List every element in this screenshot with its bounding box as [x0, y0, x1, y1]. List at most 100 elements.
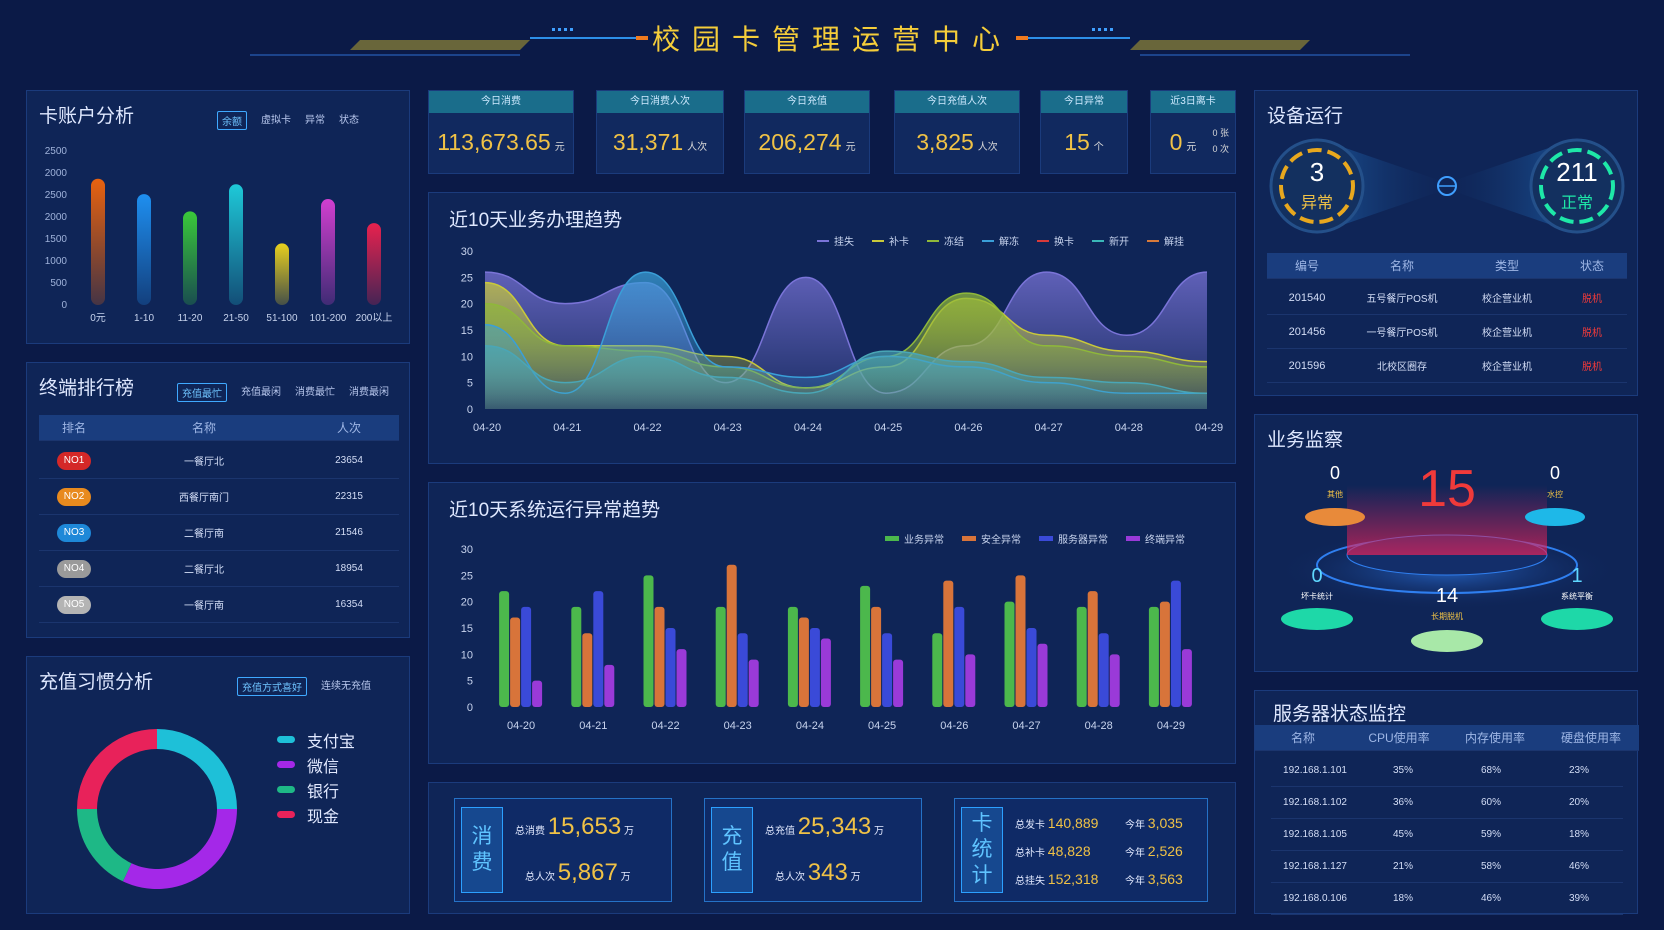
card-bar [321, 199, 335, 305]
consume-summary: 消费 总消费 15,653 万 总人次 5,867 万 [454, 798, 672, 902]
monitor-other-label: 其他 [1327, 490, 1343, 499]
x-tick-label: 101-200 [310, 313, 347, 324]
y-tick-label: 20 [461, 597, 473, 609]
tab-recharge-busy[interactable]: 充值最忙 [177, 383, 227, 402]
pie-slice [157, 729, 237, 809]
card-lost-year-label: 今年 [1125, 876, 1145, 887]
trend-panel: 近10天业务办理趋势 挂失 补卡 冻结 解冻 换卡 新开 解挂 30 25 20 15 10 5 0 04… [428, 192, 1236, 464]
tab-recharge-method[interactable]: 充值方式喜好 [237, 677, 307, 696]
y-tick-label: 0 [61, 300, 67, 311]
device-name: 一号餐厅POS机 [1366, 328, 1438, 339]
recharge-habit-title: 充值习惯分析 [39, 672, 154, 693]
kpi-unit: 元 [554, 142, 565, 153]
legend-swatch [872, 239, 884, 242]
rank-name: 二餐厅南 [184, 529, 224, 540]
legend-item: 现金 [277, 802, 355, 827]
anomaly-bar [1026, 628, 1037, 707]
col-status: 状态 [1579, 259, 1604, 273]
server-cpu: 45% [1392, 829, 1413, 840]
server-memory: 68% [1480, 765, 1501, 776]
abnormal-count: 3 [1309, 157, 1325, 187]
rank-row[interactable]: NO5 一餐厅南 16354 [39, 587, 399, 623]
consume-people-value: 5,867 [557, 859, 618, 886]
tab-consume-idle[interactable]: 消费最闲 [349, 383, 389, 402]
legend-swatch [817, 239, 829, 242]
tab-balance[interactable]: 余额 [217, 111, 247, 130]
col-memory: 内存使用率 [1464, 731, 1525, 745]
server-disk: 39% [1568, 893, 1589, 904]
legend-swatch [1147, 239, 1159, 242]
anomaly-bar [965, 654, 976, 707]
anomaly-bar [1170, 580, 1181, 707]
legend-item: 银行 [277, 777, 355, 802]
monitor-water-label: 水控 [1547, 490, 1563, 499]
device-status: 脱机 [1582, 294, 1602, 305]
kpi-card: 近3日离卡 0元 0 张0 次 [1150, 90, 1236, 174]
terminal-rank-panel: 终端排行榜 充值最忙 充值最闲 消费最忙 消费最闲 排名 名称 人次 NO1 一… [26, 362, 410, 638]
server-cpu: 18% [1392, 893, 1413, 904]
tab-anomaly[interactable]: 异常 [305, 111, 325, 130]
y-tick-label: 500 [50, 278, 67, 289]
server-row[interactable]: 192.168.1.101 35% 68% 23% [1271, 755, 1623, 787]
server-row[interactable]: 192.168.1.127 21% 58% 46% [1271, 851, 1623, 883]
kpi-unit: 个 [1093, 142, 1104, 153]
legend-swatch [277, 761, 295, 768]
legend-label: 微信 [307, 758, 340, 776]
anomaly-bar [510, 617, 521, 707]
tab-status[interactable]: 状态 [339, 111, 359, 130]
rank-row[interactable]: NO3 二餐厅南 21546 [39, 515, 399, 551]
x-tick-label: 1-10 [134, 313, 154, 324]
x-tick-label: 0元 [90, 313, 106, 324]
x-tick-label: 04-25 [868, 720, 896, 732]
server-row[interactable]: 192.168.0.106 18% 46% 39% [1271, 883, 1623, 915]
anomaly-bar [798, 617, 809, 707]
server-row[interactable]: 192.168.1.105 45% 59% 18% [1271, 819, 1623, 851]
device-type: 校企营业机 [1482, 362, 1532, 373]
kpi-value-row: 31,371 人次 [597, 129, 723, 156]
rank-row[interactable]: NO2 西餐厅南门 22315 [39, 479, 399, 515]
device-row[interactable]: 201540 五号餐厅POS机 校企营业机 脱机 [1267, 281, 1627, 315]
anomaly-bar [726, 564, 737, 707]
server-cpu: 36% [1392, 797, 1413, 808]
rank-row[interactable]: NO4 二餐厅北 18954 [39, 551, 399, 587]
anomaly-bar [499, 591, 510, 707]
rank-badge: NO5 [57, 595, 91, 614]
rank-badge: NO4 [57, 559, 91, 578]
anomaly-bar [860, 585, 871, 707]
terminal-rank-title: 终端排行榜 [39, 378, 135, 399]
card-reissue-label: 总补卡 [1015, 848, 1045, 859]
tab-recharge-idle[interactable]: 充值最闲 [241, 383, 281, 402]
card-issued-year-label: 今年 [1125, 820, 1145, 831]
recharge-people-value: 343 [807, 859, 848, 886]
y-tick-label: 5 [467, 676, 473, 688]
card-bar [229, 184, 243, 305]
recharge-tag: 充值 [711, 807, 753, 893]
pie-slice [122, 809, 237, 889]
server-ip: 192.168.1.101 [1283, 765, 1347, 776]
anomaly-bar [1037, 643, 1048, 707]
device-row[interactable]: 201456 一号餐厅POS机 校企营业机 脱机 [1267, 315, 1627, 349]
y-tick-label: 1500 [45, 234, 68, 245]
pie-slice [77, 809, 132, 882]
device-panel: 设备运行 3 异常 211 正常 编号 名称 类型 状态 201540 五号餐厅… [1254, 90, 1638, 396]
tab-virtual-card[interactable]: 虚拟卡 [261, 111, 291, 130]
y-tick-label: 10 [461, 351, 473, 363]
x-tick-label: 04-24 [794, 422, 822, 434]
device-row[interactable]: 201596 北校区圈存 校企营业机 脱机 [1267, 349, 1627, 383]
x-tick-label: 04-22 [633, 422, 661, 434]
tab-no-recharge[interactable]: 连续无充值 [321, 677, 371, 696]
server-disk: 18% [1568, 829, 1589, 840]
server-ip: 192.168.0.106 [1283, 893, 1347, 904]
y-tick-label: 30 [461, 246, 473, 258]
trend-title: 近10天业务办理趋势 [449, 210, 623, 231]
y-tick-label: 2500 [45, 146, 68, 157]
server-row[interactable]: 192.168.1.102 36% 60% 20% [1271, 787, 1623, 819]
recharge-legend: 支付宝 微信 银行 现金 [277, 727, 355, 827]
tab-consume-busy[interactable]: 消费最忙 [295, 383, 335, 402]
rank-row[interactable]: NO1 一餐厅北 23654 [39, 443, 399, 479]
server-memory: 59% [1480, 829, 1501, 840]
x-tick-label: 04-20 [507, 720, 535, 732]
device-id: 201596 [1288, 359, 1326, 372]
anomaly-bar [1109, 654, 1120, 707]
card-reissue-year-value: 2,526 [1147, 843, 1183, 859]
